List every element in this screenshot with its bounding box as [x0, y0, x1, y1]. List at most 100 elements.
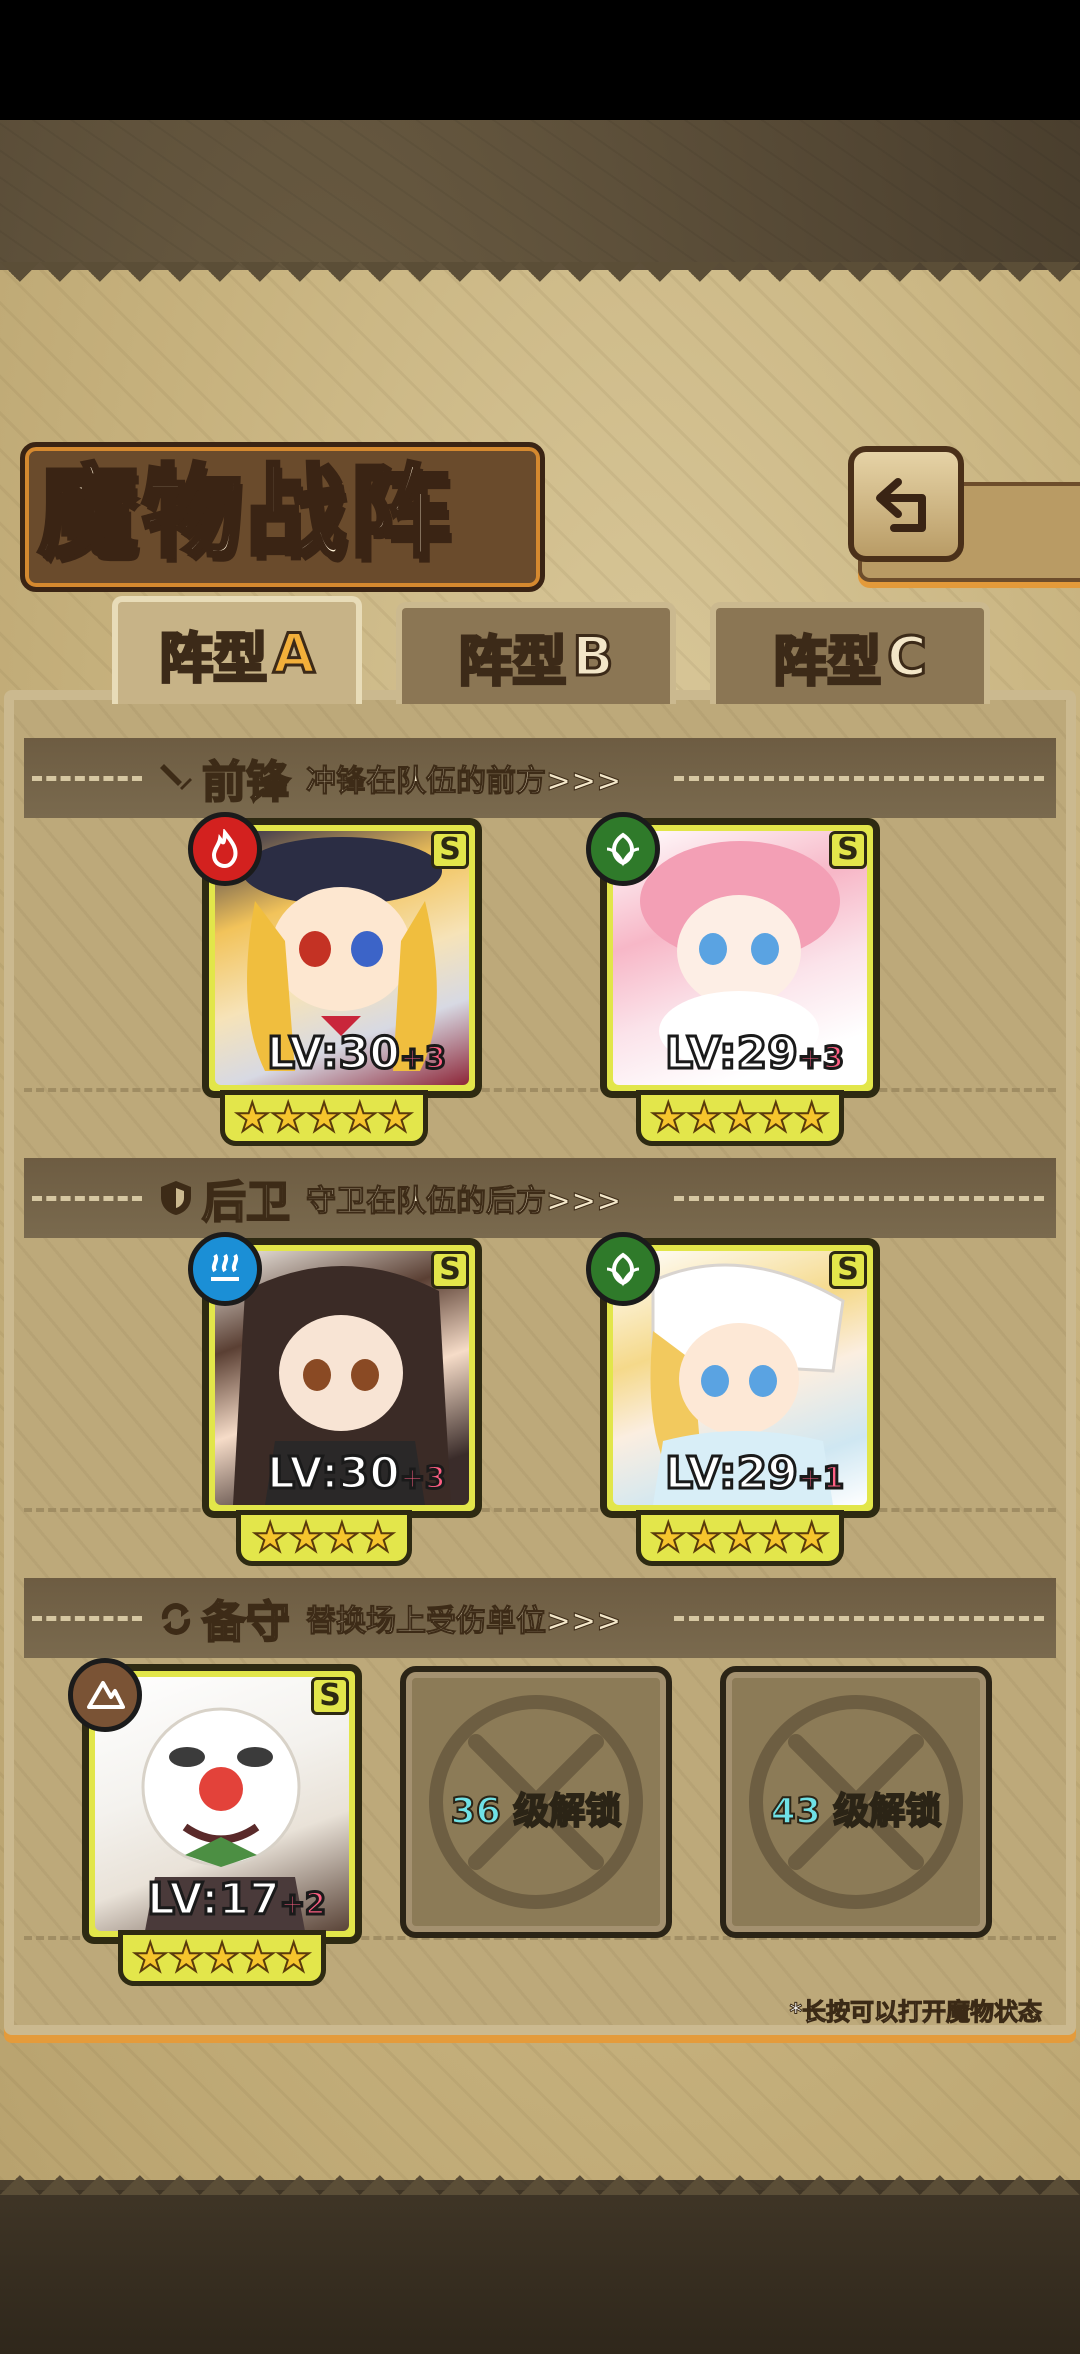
- tab-formation-a[interactable]: 阵型 A: [112, 596, 362, 704]
- locked-slot[interactable]: 36 级解锁: [400, 1666, 672, 1938]
- star-icon: ★: [721, 1095, 759, 1141]
- star-icon: ★: [251, 1515, 289, 1561]
- rank-badge: S: [829, 831, 867, 869]
- star-icon: ★: [793, 1515, 831, 1561]
- section-dash: [674, 776, 1044, 781]
- tab-formation-b[interactable]: 阵型 B: [396, 602, 676, 704]
- monster-level: LV:17+2: [146, 1873, 328, 1927]
- section-reserve: 备守 替换场上受伤单位>>>: [24, 1578, 1056, 1658]
- star-icon: ★: [757, 1515, 795, 1561]
- section-dash: [674, 1196, 1044, 1201]
- background-bottom-band: [0, 2190, 1080, 2354]
- star-icon: ★: [287, 1515, 325, 1561]
- rank-badge: S: [431, 1251, 469, 1289]
- section-header: 前锋 冲锋在队伍的前方>>>: [156, 750, 622, 809]
- tab-letter: A: [272, 620, 317, 686]
- level-text: LV:17: [146, 1873, 282, 1927]
- monster-level: LV:29+3: [664, 1027, 846, 1081]
- star-icon: ★: [203, 1935, 241, 1981]
- locked-slot[interactable]: 43 级解锁: [720, 1666, 992, 1938]
- star-icon: ★: [269, 1095, 307, 1141]
- section-dash: [32, 776, 142, 781]
- section-description: 替换场上受伤单位>>>: [305, 1604, 622, 1640]
- section-description: 守卫在队伍的后方>>>: [305, 1184, 622, 1220]
- back-button[interactable]: [848, 446, 964, 562]
- star-icon: ★: [275, 1935, 313, 1981]
- level-bonus: +2: [278, 1886, 327, 1924]
- swap-icon: [156, 1598, 196, 1638]
- tab-label: 阵型: [457, 628, 568, 694]
- torn-edge-top: [0, 262, 1080, 302]
- star-icon: ★: [721, 1515, 759, 1561]
- section-title: 备守: [201, 1596, 291, 1649]
- star-rating: ★ ★ ★ ★ ★: [118, 1930, 326, 1986]
- torn-edge-bottom: [0, 2155, 1080, 2195]
- tab-formation-c[interactable]: 阵型 C: [710, 602, 990, 704]
- star-icon: ★: [305, 1095, 343, 1141]
- level-bonus: +1: [796, 1460, 845, 1498]
- page-title: 魔物战阵: [36, 451, 454, 573]
- section-vanguard: 前锋 冲锋在队伍的前方>>>: [24, 738, 1056, 818]
- tab-letter: C: [886, 623, 929, 689]
- star-icon: ★: [377, 1095, 415, 1141]
- rank-badge: S: [829, 1251, 867, 1289]
- star-icon: ★: [649, 1095, 687, 1141]
- rank-badge: S: [431, 831, 469, 869]
- level-text: LV:29: [664, 1447, 800, 1501]
- leaf-element-icon: [586, 812, 660, 886]
- star-rating: ★ ★ ★ ★ ★: [636, 1510, 844, 1566]
- rank-badge: S: [311, 1677, 349, 1715]
- unlock-level: 36: [450, 1790, 502, 1833]
- level-bonus: +3: [398, 1040, 447, 1078]
- section-header: 备守 替换场上受伤单位>>>: [156, 1590, 622, 1649]
- section-title: 后卫: [201, 1176, 291, 1229]
- level-text: LV:29: [664, 1027, 800, 1081]
- star-icon: ★: [239, 1935, 277, 1981]
- star-icon: ★: [757, 1095, 795, 1141]
- section-title: 前锋: [201, 756, 291, 809]
- star-icon: ★: [341, 1095, 379, 1141]
- section-dash: [674, 1616, 1044, 1621]
- hint-text: *长按可以打开魔物状态: [789, 1998, 1043, 2027]
- fire-element-icon: [188, 812, 262, 886]
- level-bonus: +3: [398, 1460, 447, 1498]
- star-icon: ★: [131, 1935, 169, 1981]
- unlock-label: 43 级解锁: [726, 1782, 986, 1834]
- star-rating: ★ ★ ★ ★ ★: [636, 1090, 844, 1146]
- earth-element-icon: [68, 1658, 142, 1732]
- tab-letter: B: [571, 623, 615, 689]
- monster-level: LV:30+3: [266, 1447, 448, 1501]
- level-text: LV:30: [266, 1027, 402, 1081]
- row-divider: [24, 1088, 1056, 1092]
- tab-label: 阵型: [158, 625, 269, 691]
- leaf-element-icon: [586, 1232, 660, 1306]
- section-rearguard: 后卫 守卫在队伍的后方>>>: [24, 1158, 1056, 1238]
- sword-icon: [156, 758, 196, 798]
- tab-label: 阵型: [772, 628, 883, 694]
- star-rating: ★ ★ ★ ★ ★: [220, 1090, 428, 1146]
- star-icon: ★: [167, 1935, 205, 1981]
- unlock-text: 级解锁: [832, 1790, 942, 1833]
- star-icon: ★: [793, 1095, 831, 1141]
- monster-level: LV:30+3: [266, 1027, 448, 1081]
- star-icon: ★: [359, 1515, 397, 1561]
- unlock-label: 36 级解锁: [406, 1782, 666, 1834]
- section-dash: [32, 1196, 142, 1201]
- star-icon: ★: [685, 1095, 723, 1141]
- level-bonus: +3: [796, 1040, 845, 1078]
- section-description: 冲锋在队伍的前方>>>: [305, 764, 622, 800]
- section-header: 后卫 守卫在队伍的后方>>>: [156, 1170, 622, 1229]
- water-element-icon: [188, 1232, 262, 1306]
- section-dash: [32, 1616, 142, 1621]
- unlock-text: 级解锁: [512, 1790, 622, 1833]
- star-icon: ★: [233, 1095, 271, 1141]
- star-rating: ★ ★ ★ ★: [236, 1510, 412, 1566]
- star-icon: ★: [649, 1515, 687, 1561]
- return-arrow-icon: [876, 478, 926, 532]
- monster-level: LV:29+1: [664, 1447, 846, 1501]
- unlock-level: 43: [770, 1790, 822, 1833]
- row-divider: [24, 1508, 1056, 1512]
- star-icon: ★: [323, 1515, 361, 1561]
- star-icon: ★: [685, 1515, 723, 1561]
- level-text: LV:30: [266, 1447, 402, 1501]
